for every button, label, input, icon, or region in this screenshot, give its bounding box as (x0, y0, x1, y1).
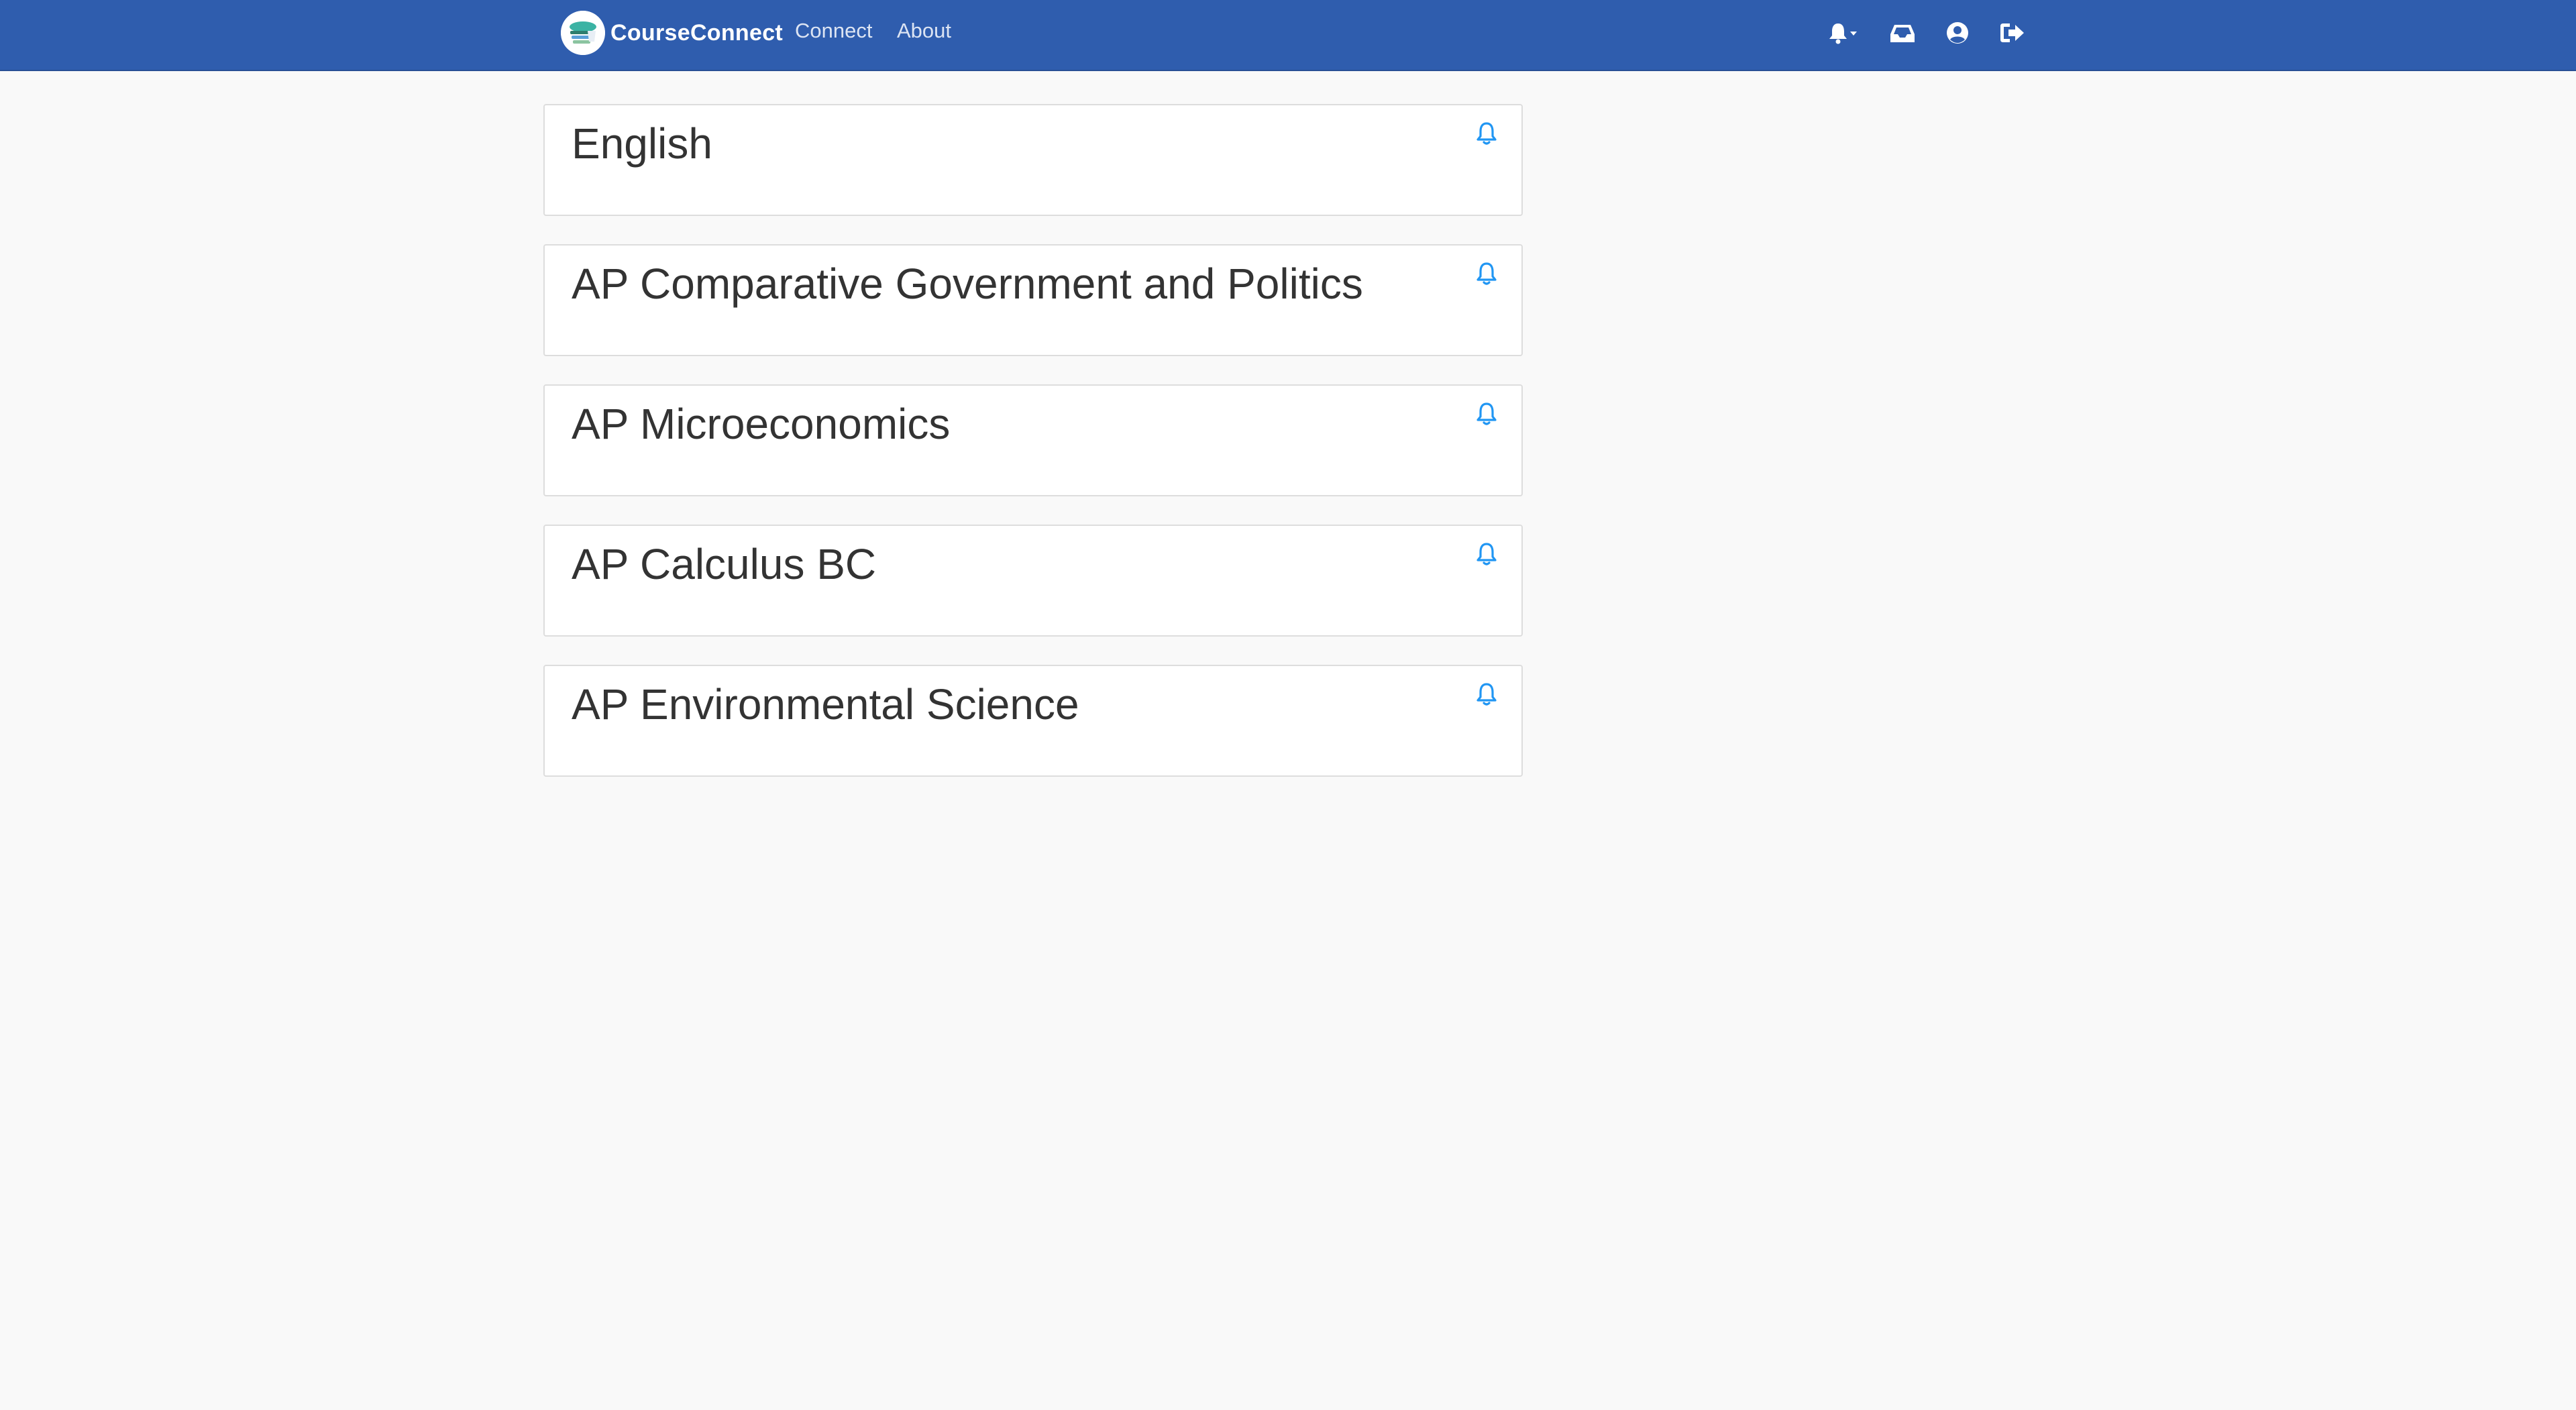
brand-link[interactable]: CourseConnect (561, 11, 783, 55)
course-card-ap-microeconomics[interactable]: AP Microeconomics (543, 384, 1523, 496)
course-list: English AP Comparative Government and Po… (543, 104, 1523, 805)
course-card-ap-environmental-science[interactable]: AP Environmental Science (543, 665, 1523, 777)
course-title: English (572, 119, 712, 168)
course-title: AP Environmental Science (572, 680, 1079, 728)
course-card-english[interactable]: English (543, 104, 1523, 216)
nav-connect-link[interactable]: Connect (795, 19, 872, 43)
subscribe-bell-button[interactable] (1474, 400, 1499, 427)
bell-dropdown-icon (1829, 23, 1857, 44)
navbar: CourseConnect Connect About (0, 0, 2576, 71)
subscribe-bell-button[interactable] (1474, 681, 1499, 708)
profile-button[interactable] (1945, 21, 1970, 45)
nav-about-link[interactable]: About (897, 19, 951, 43)
course-card-ap-calculus-bc[interactable]: AP Calculus BC (543, 525, 1523, 637)
bell-icon (1477, 543, 1497, 565)
course-title: AP Calculus BC (572, 540, 877, 588)
course-title: AP Microeconomics (572, 400, 951, 448)
logo-icon (561, 11, 605, 55)
subscribe-bell-button[interactable] (1474, 541, 1499, 567)
inbox-icon (1890, 25, 1915, 42)
bell-icon (1477, 122, 1497, 145)
inbox-button[interactable] (1889, 21, 1916, 45)
bell-icon (1477, 402, 1497, 425)
subscribe-bell-button[interactable] (1474, 260, 1499, 287)
bell-icon (1477, 262, 1497, 285)
course-card-ap-comparative-government[interactable]: AP Comparative Government and Politics (543, 244, 1523, 356)
logout-button[interactable] (1999, 21, 2026, 45)
bell-icon (1477, 683, 1497, 706)
course-title: AP Comparative Government and Politics (572, 260, 1363, 308)
brand-name: CourseConnect (610, 19, 784, 46)
notifications-dropdown-button[interactable] (1827, 21, 1860, 45)
subscribe-bell-button[interactable] (1474, 120, 1499, 147)
logout-icon (2000, 23, 2024, 42)
user-circle-icon (1947, 22, 1968, 44)
